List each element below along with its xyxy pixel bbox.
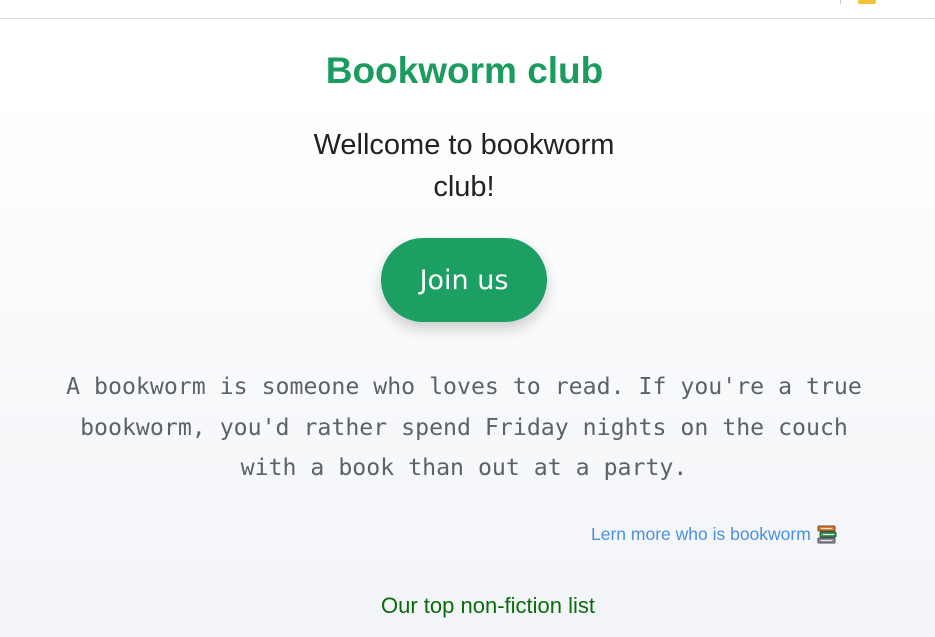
join-us-button[interactable]: Join us <box>381 238 547 322</box>
welcome-message: Wellcome to bookworm club! <box>313 129 615 203</box>
site-title: Bookworm club <box>325 50 604 91</box>
learn-more-label: Lern more who is bookworm <box>591 523 811 544</box>
bookworm-description: A bookworm is someone who loves to read.… <box>66 373 862 481</box>
learn-more-link[interactable]: Lern more who is bookworm <box>591 522 837 546</box>
top-bar <box>0 0 935 19</box>
books-icon <box>817 525 837 544</box>
top-nonfiction-heading: Our top non-fiction list <box>381 593 595 618</box>
toolbar-icon[interactable] <box>858 0 876 4</box>
toolbar-divider <box>840 0 841 4</box>
